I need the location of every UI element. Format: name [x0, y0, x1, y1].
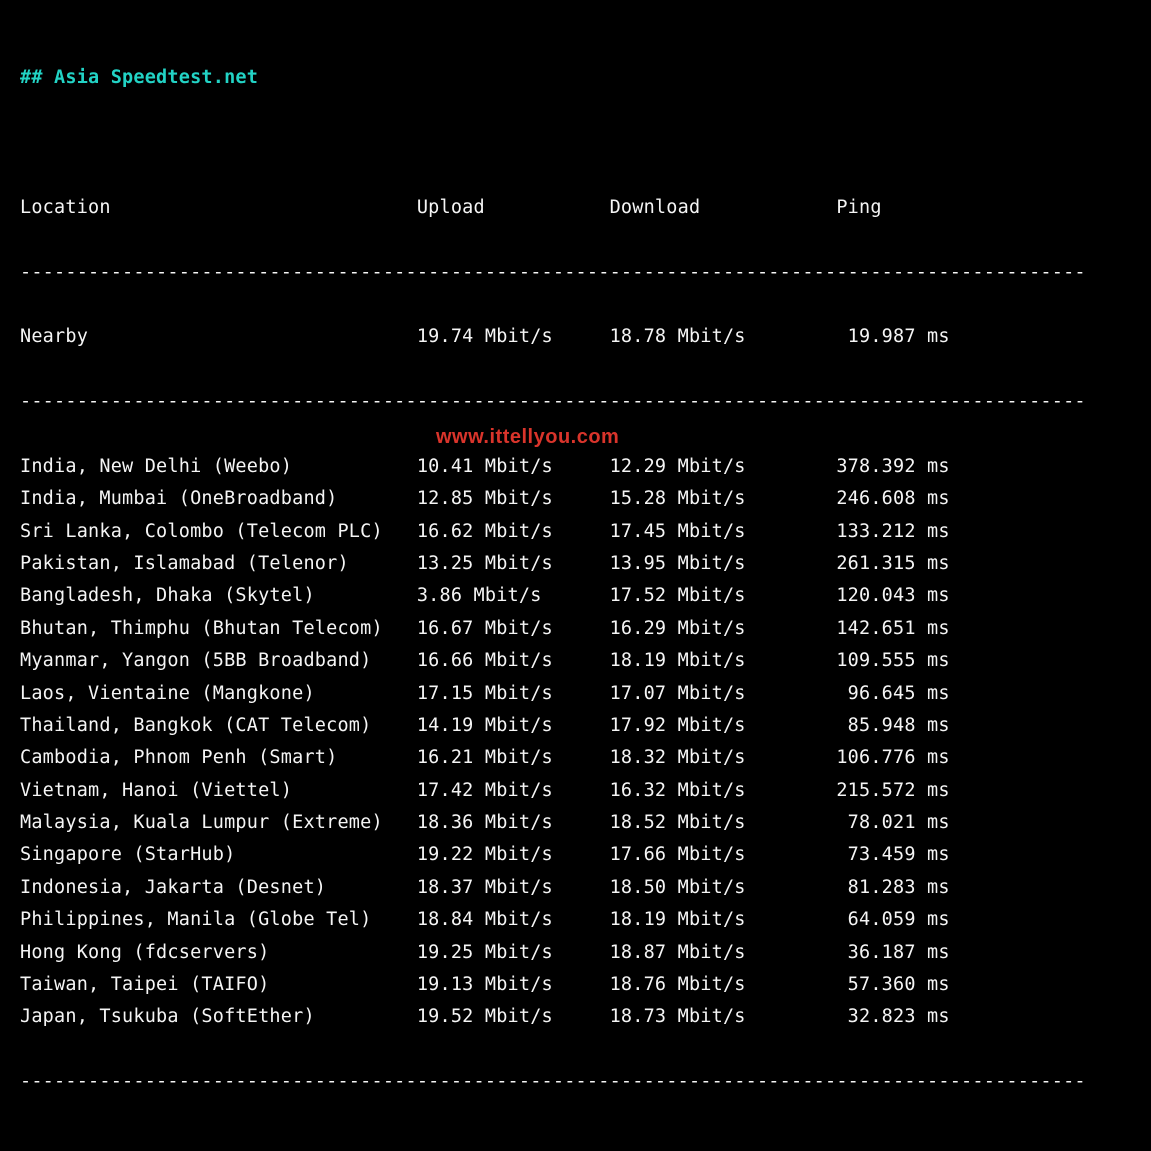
table-row: Japan, Tsukuba (SoftEther) 19.52 Mbit/s …	[20, 1001, 1131, 1033]
table-row: Singapore (StarHub) 19.22 Mbit/s 17.66 M…	[20, 839, 1131, 871]
divider: ----------------------------------------…	[20, 257, 1131, 289]
table-row: India, Mumbai (OneBroadband) 12.85 Mbit/…	[20, 483, 1131, 515]
table-row: Bangladesh, Dhaka (Skytel) 3.86 Mbit/s 1…	[20, 580, 1131, 612]
table-row: Hong Kong (fdcservers) 19.25 Mbit/s 18.8…	[20, 937, 1131, 969]
divider: ----------------------------------------…	[20, 1066, 1131, 1098]
table-row: Philippines, Manila (Globe Tel) 18.84 Mb…	[20, 904, 1131, 936]
table-row: Malaysia, Kuala Lumpur (Extreme) 18.36 M…	[20, 807, 1131, 839]
terminal-output: ## Asia Speedtest.net Location Upload Do…	[0, 0, 1151, 1151]
section-title: ## Asia Speedtest.net	[20, 62, 1131, 94]
table-row: Taiwan, Taipei (TAIFO) 19.13 Mbit/s 18.7…	[20, 969, 1131, 1001]
table-row: Bhutan, Thimphu (Bhutan Telecom) 16.67 M…	[20, 613, 1131, 645]
table-row: Vietnam, Hanoi (Viettel) 17.42 Mbit/s 16…	[20, 775, 1131, 807]
table-row: Cambodia, Phnom Penh (Smart) 16.21 Mbit/…	[20, 742, 1131, 774]
table-row: Myanmar, Yangon (5BB Broadband) 16.66 Mb…	[20, 645, 1131, 677]
table-row: Pakistan, Islamabad (Telenor) 13.25 Mbit…	[20, 548, 1131, 580]
table-header: Location Upload Download Ping	[20, 192, 1131, 224]
divider: ----------------------------------------…	[20, 386, 1131, 418]
table-row: Laos, Vientaine (Mangkone) 17.15 Mbit/s …	[20, 678, 1131, 710]
table-row: Indonesia, Jakarta (Desnet) 18.37 Mbit/s…	[20, 872, 1131, 904]
table-body: India, New Delhi (Weebo) 10.41 Mbit/s 12…	[20, 451, 1131, 1034]
table-row: Sri Lanka, Colombo (Telecom PLC) 16.62 M…	[20, 516, 1131, 548]
table-row: India, New Delhi (Weebo) 10.41 Mbit/s 12…	[20, 451, 1131, 483]
table-row-nearby: Nearby 19.74 Mbit/s 18.78 Mbit/s 19.987 …	[20, 321, 1131, 353]
blank-line	[20, 127, 1131, 159]
table-row: Thailand, Bangkok (CAT Telecom) 14.19 Mb…	[20, 710, 1131, 742]
